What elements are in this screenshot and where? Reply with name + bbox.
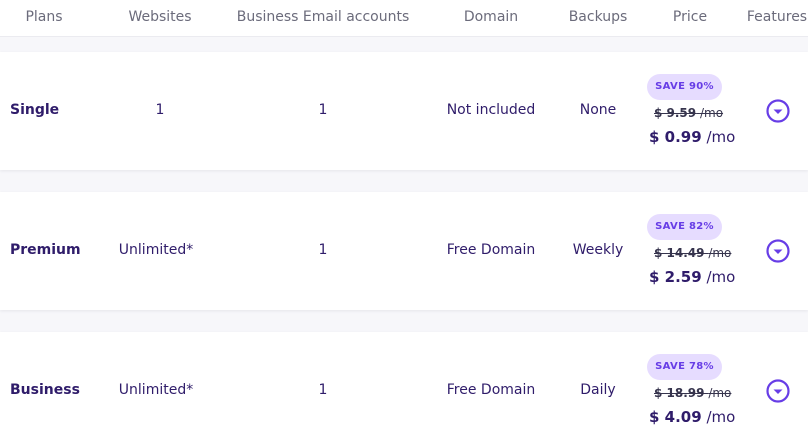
email-accounts-value: 1 (318, 102, 328, 118)
chevron-down-circle-icon[interactable] (766, 239, 790, 263)
current-price-period: /mo (706, 268, 736, 286)
chevron-down-circle-icon[interactable] (766, 379, 790, 403)
header-email-accounts: Business Email accounts (236, 9, 410, 25)
backups-value: Daily (580, 382, 616, 398)
plan-name: Single (10, 102, 60, 118)
backups-value: Weekly (572, 242, 624, 258)
header-plans: Plans (25, 9, 63, 25)
discount-badge: SAVE 82% (647, 214, 722, 240)
current-price-amount: $ 4.09 (649, 408, 702, 426)
old-price: $ 14.49 /mo (654, 246, 731, 260)
old-price: $ 9.59 /mo (654, 106, 723, 120)
websites-value: 1 (155, 102, 165, 118)
old-price-amount: $ 14.49 (654, 246, 705, 260)
backups-value: None (579, 102, 617, 118)
domain-value: Not included (446, 102, 536, 118)
email-accounts-value: 1 (318, 242, 328, 258)
header-backups: Backups (568, 9, 628, 25)
plan-row-premium: Premium Unlimited* 1 Free Domain Weekly … (0, 192, 808, 310)
discount-badge: SAVE 90% (647, 74, 722, 100)
header-features: Features (746, 9, 808, 25)
plan-row-business: Business Unlimited* 1 Free Domain Daily … (0, 332, 808, 441)
chevron-down-circle-icon[interactable] (766, 99, 790, 123)
current-price: $ 0.99 /mo (649, 128, 735, 146)
current-price-amount: $ 2.59 (649, 268, 702, 286)
plan-name: Business (10, 382, 80, 398)
plan-name: Premium (10, 242, 81, 258)
discount-badge: SAVE 78% (647, 354, 722, 380)
domain-value: Free Domain (446, 382, 536, 398)
old-price-period: /mo (699, 106, 724, 120)
email-accounts-value: 1 (318, 382, 328, 398)
current-price-period: /mo (706, 408, 736, 426)
old-price-period: /mo (708, 246, 732, 260)
old-price-amount: $ 18.99 (654, 386, 705, 400)
table-header: Plans Websites Business Email accounts D… (0, 0, 808, 37)
old-price: $ 18.99 /mo (654, 386, 731, 400)
websites-value: Unlimited* (118, 242, 194, 258)
domain-value: Free Domain (446, 242, 536, 258)
header-domain: Domain (463, 9, 519, 25)
current-price-amount: $ 0.99 (649, 128, 702, 146)
plans-comparison-table: Plans Websites Business Email accounts D… (0, 0, 808, 441)
old-price-amount: $ 9.59 (654, 106, 697, 120)
current-price: $ 2.59 /mo (649, 268, 735, 286)
websites-value: Unlimited* (118, 382, 194, 398)
header-websites: Websites (128, 9, 192, 25)
header-price: Price (672, 9, 708, 25)
plan-row-single: Single 1 1 Not included None SAVE 90% $ … (0, 52, 808, 170)
current-price-period: /mo (706, 128, 736, 146)
old-price-period: /mo (708, 386, 732, 400)
current-price: $ 4.09 /mo (649, 408, 735, 426)
